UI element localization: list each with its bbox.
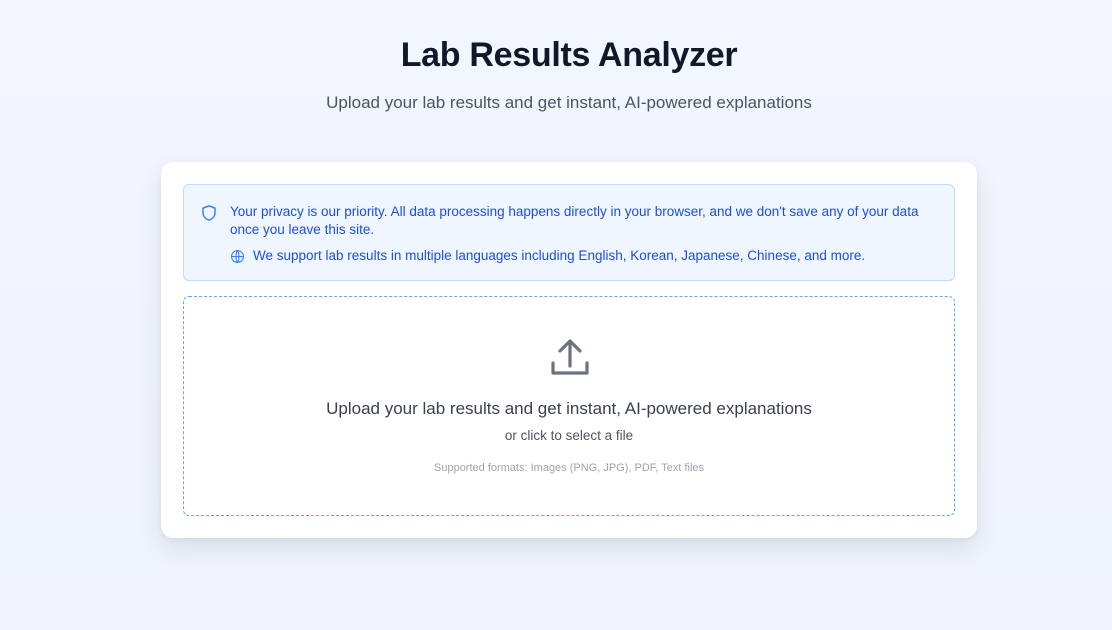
page-subtitle: Upload your lab results and get instant,…	[326, 93, 812, 112]
upload-icon	[551, 339, 589, 375]
page-title: Lab Results Analyzer	[400, 36, 738, 74]
languages-row: We support lab results in multiple langu…	[230, 247, 942, 265]
languages-text: We support lab results in multiple langu…	[253, 248, 866, 263]
supported-formats: Supported formats: Images (PNG, JPG), PD…	[434, 462, 704, 474]
dropzone-title: Upload your lab results and get instant,…	[326, 399, 812, 418]
privacy-text: Your privacy is our priority. All data p…	[230, 204, 919, 237]
upload-card: Your privacy is our priority. All data p…	[161, 162, 977, 538]
globe-icon	[231, 249, 244, 263]
file-dropzone[interactable]: Upload your lab results and get instant,…	[183, 296, 955, 516]
dropzone-subtitle: or click to select a file	[504, 428, 634, 443]
privacy-notice: Your privacy is our priority. All data p…	[183, 184, 955, 281]
shield-icon	[202, 205, 216, 221]
